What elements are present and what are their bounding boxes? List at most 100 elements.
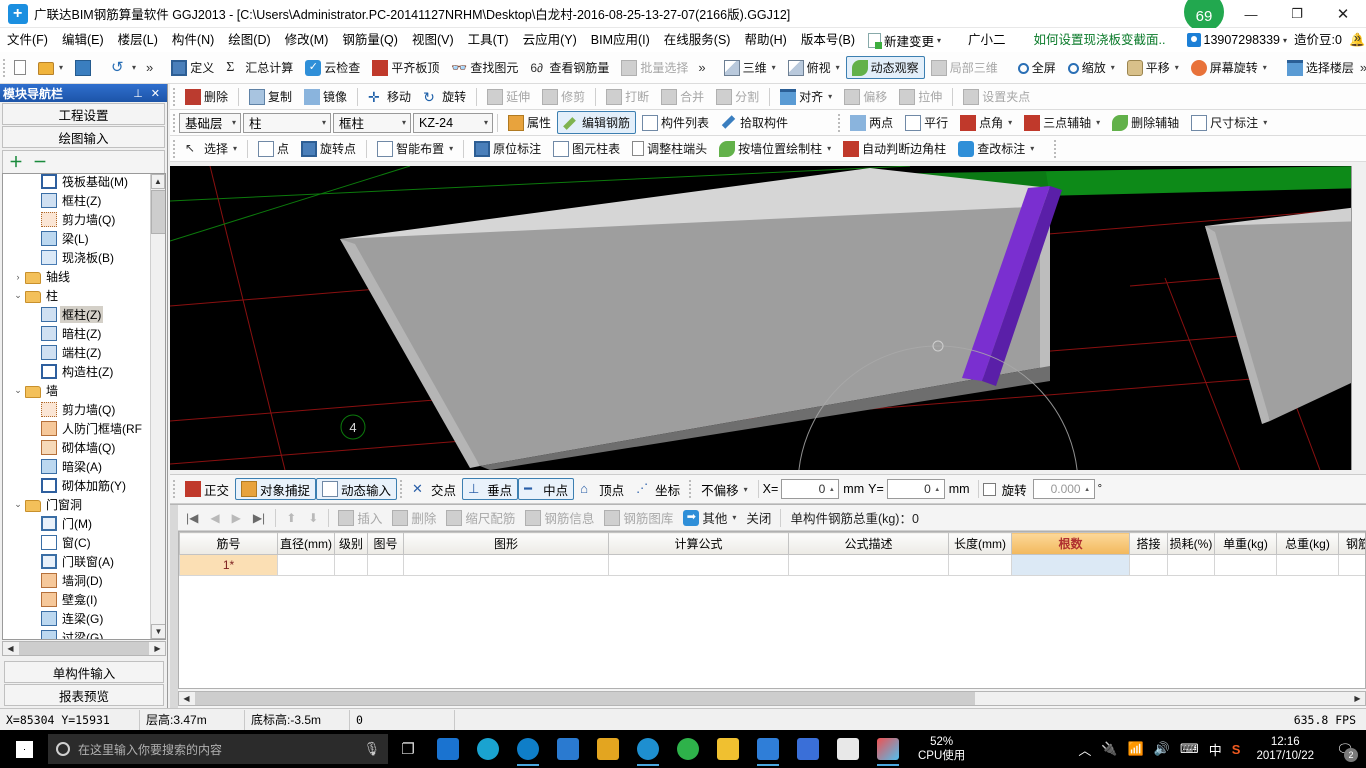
table-cell[interactable] bbox=[334, 554, 368, 576]
expand-all-icon[interactable]: ＋ bbox=[9, 152, 23, 172]
vertex-snap-button[interactable]: ⌂ 顶点 bbox=[574, 478, 630, 500]
keyboard-icon[interactable]: ⌨ bbox=[1180, 741, 1199, 757]
tree-item[interactable]: 过梁(G) bbox=[3, 628, 151, 639]
toolbar-grip-4[interactable] bbox=[173, 139, 176, 158]
taskbar-app-store[interactable] bbox=[548, 730, 588, 768]
batch-select-button[interactable]: 批量选择 bbox=[615, 56, 694, 79]
intersection-snap-button[interactable]: ✕ 交点 bbox=[406, 478, 462, 500]
check-edit-label-button[interactable]: 查改标注 ▾ bbox=[952, 137, 1040, 160]
y-offset-input[interactable]: 0▲▼ bbox=[886, 479, 945, 511]
copy-button[interactable]: 复制 bbox=[243, 85, 298, 108]
tree-item[interactable]: 门(M) bbox=[3, 514, 151, 533]
coin-balance[interactable]: 造价豆:0 bbox=[1287, 28, 1349, 52]
align-button[interactable]: 对齐 ▾ bbox=[774, 85, 838, 108]
coordinate-snap-button[interactable]: ⋰ 坐标 bbox=[630, 478, 686, 500]
tree-item[interactable]: ⌄ 柱 bbox=[3, 286, 151, 305]
column-header[interactable]: 总重(kg) bbox=[1276, 532, 1339, 555]
view-rebar-qty-button[interactable]: 6∂ 查看钢筋量 bbox=[524, 56, 615, 79]
ime-language-indicator[interactable]: 中 bbox=[1209, 740, 1222, 759]
scrollbar-thumb[interactable] bbox=[151, 190, 165, 234]
scaled-rebar-button[interactable]: 缩尺配筋 bbox=[441, 507, 520, 528]
maximize-button[interactable]: ❐ bbox=[1274, 0, 1320, 28]
table-cell[interactable] bbox=[1167, 554, 1215, 576]
point-angle-button[interactable]: 点角 ▾ bbox=[954, 111, 1018, 134]
scroll-right-icon[interactable]: ▶ bbox=[150, 644, 165, 653]
menu-rebar-qty[interactable]: 钢筋量(Q) bbox=[335, 28, 405, 52]
volume-icon[interactable]: 🔊 bbox=[1154, 741, 1170, 757]
taskbar-app-edge[interactable] bbox=[508, 730, 548, 768]
hscrollbar-thumb[interactable] bbox=[19, 642, 149, 655]
tree-item[interactable]: 暗柱(Z) bbox=[3, 324, 151, 343]
tree-item[interactable]: 窗(C) bbox=[3, 533, 151, 552]
dimension-button[interactable]: 尺寸标注 ▾ bbox=[1185, 111, 1273, 134]
collapse-all-icon[interactable]: － bbox=[33, 152, 47, 172]
two-point-button[interactable]: 两点 bbox=[844, 111, 899, 134]
extend-button[interactable]: 延伸 bbox=[481, 85, 536, 108]
column-header[interactable]: 级别 bbox=[334, 532, 368, 555]
component-list-button[interactable]: 构件列表 bbox=[636, 111, 715, 134]
orbit-button[interactable]: 动态观察 bbox=[845, 56, 925, 79]
taskbar-app-explorer[interactable] bbox=[588, 730, 628, 768]
row-header[interactable]: 1* bbox=[179, 554, 278, 576]
x-spinner[interactable]: ▲▼ bbox=[826, 481, 837, 511]
offset-button[interactable]: 偏移 bbox=[838, 85, 893, 108]
menu-draw[interactable]: 绘图(D) bbox=[221, 28, 277, 52]
draw-input-button[interactable]: 绘图输入 bbox=[2, 126, 165, 148]
snapbar-grip-2[interactable] bbox=[400, 480, 403, 498]
tree-item[interactable]: ⌄ 墙 bbox=[3, 381, 151, 400]
tree-item[interactable]: 框柱(Z) bbox=[3, 305, 151, 324]
table-cell[interactable] bbox=[608, 554, 789, 576]
parallel-button[interactable]: 平行 bbox=[899, 111, 954, 134]
pick-component-button[interactable]: 拾取构件 bbox=[715, 111, 794, 134]
sogou-ime-icon[interactable]: S bbox=[1232, 742, 1241, 757]
tree-expander-icon[interactable]: › bbox=[11, 272, 25, 282]
table-cell[interactable] bbox=[1011, 554, 1130, 576]
scroll-up-icon[interactable]: ▲ bbox=[151, 174, 165, 189]
nav-prev-button[interactable]: ◀ bbox=[204, 511, 225, 525]
taskbar-app-ggj[interactable] bbox=[868, 730, 908, 768]
rotate-input[interactable]: 0.000▲▼ bbox=[1032, 479, 1095, 511]
tip-link[interactable]: 如何设置现浇板变截面.. bbox=[1027, 28, 1173, 52]
taskbar-app-help[interactable] bbox=[828, 730, 868, 768]
move-button[interactable]: ✛ 移动 bbox=[362, 85, 417, 108]
perpendicular-snap-button[interactable]: ⊥ 垂点 bbox=[462, 478, 519, 500]
task-view-button[interactable]: ❐ bbox=[388, 730, 428, 768]
tree-expander-icon[interactable]: ⌄ bbox=[11, 290, 25, 301]
table-cell[interactable] bbox=[367, 554, 404, 576]
tree-item[interactable]: 壁龛(I) bbox=[3, 590, 151, 609]
mirror-button[interactable]: 镜像 bbox=[298, 85, 353, 108]
move-up-button[interactable]: ⬆ bbox=[280, 511, 302, 525]
toolbar-grip-4b[interactable] bbox=[1054, 139, 1057, 158]
toolbar-overflow-3[interactable]: » bbox=[1360, 60, 1366, 75]
fullscreen-button[interactable]: 全屏 bbox=[1012, 56, 1062, 79]
nav-first-button[interactable]: |◀ bbox=[180, 511, 204, 525]
open-file-button[interactable]: ▾ bbox=[32, 56, 69, 79]
rebar-library-button[interactable]: 钢筋图库 bbox=[599, 507, 678, 528]
snapbar-grip-3[interactable] bbox=[689, 480, 692, 498]
pan-button[interactable]: 平移 ▾ bbox=[1121, 56, 1185, 79]
rotate-point-button[interactable]: 旋转点 bbox=[295, 137, 362, 160]
cloud-check-button[interactable]: ✓ 云检查 bbox=[299, 56, 366, 79]
three-point-axis-button[interactable]: 三点辅轴 ▾ bbox=[1018, 111, 1106, 134]
category-select[interactable]: 柱 ▾ bbox=[243, 112, 331, 133]
y-spinner[interactable]: ▲▼ bbox=[932, 481, 943, 511]
screen-rotate-button[interactable]: 屏幕旋转 ▾ bbox=[1185, 56, 1273, 79]
wifi-icon[interactable]: 📶 bbox=[1128, 741, 1144, 757]
rebar-table-hscrollbar[interactable]: ◀ ▶ bbox=[178, 691, 1366, 706]
rebar-info-button[interactable]: 钢筋信息 bbox=[520, 507, 599, 528]
column-header[interactable]: 图号 bbox=[367, 532, 404, 555]
move-down-button[interactable]: ⬇ bbox=[302, 511, 324, 525]
tree-hscrollbar[interactable]: ◀ ▶ bbox=[2, 641, 166, 656]
battery-icon[interactable]: 🔌 bbox=[1101, 741, 1117, 757]
column-header[interactable]: 筋号 bbox=[179, 532, 278, 555]
tree-item[interactable]: 剪力墙(Q) bbox=[3, 210, 151, 229]
taskbar-app-blue[interactable] bbox=[748, 730, 788, 768]
scroll-down-icon[interactable]: ▼ bbox=[151, 624, 165, 639]
tree-item[interactable]: 砌体墙(Q) bbox=[3, 438, 151, 457]
align-slab-top-button[interactable]: 平齐板顶 bbox=[366, 56, 445, 79]
taskbar-app-green[interactable] bbox=[668, 730, 708, 768]
taskbar-app-1[interactable] bbox=[428, 730, 468, 768]
table-cell[interactable] bbox=[1338, 554, 1365, 576]
new-change-button[interactable]: 新建变更 ▾ bbox=[862, 31, 947, 50]
cpu-usage-indicator[interactable]: 52% CPU使用 bbox=[908, 735, 975, 763]
